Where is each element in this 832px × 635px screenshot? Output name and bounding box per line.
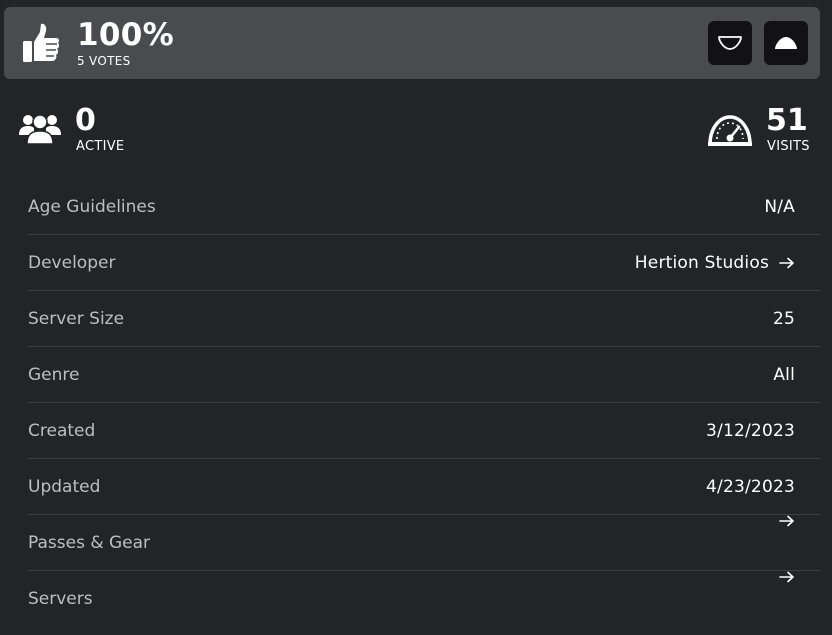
created-date: 3/12/2023	[706, 421, 795, 441]
thumbs-down-outline-icon	[718, 36, 742, 50]
detail-label: Age Guidelines	[28, 197, 156, 217]
visits-label: VISITS	[767, 139, 810, 154]
detail-row-age-guidelines: Age Guidelines N/A	[28, 179, 820, 235]
detail-row-servers[interactable]: Servers	[28, 571, 820, 626]
detail-row-server-size: Server Size 25	[28, 291, 820, 347]
arrow-right-icon	[779, 257, 794, 269]
detail-label: Server Size	[28, 309, 125, 329]
detail-label: Updated	[28, 477, 101, 497]
thumbs-up-icon	[23, 23, 60, 62]
detail-value: 3/12/2023	[706, 403, 795, 459]
detail-value: All	[773, 347, 795, 403]
arrow-right-icon[interactable]	[779, 571, 795, 583]
vote-percentage: 100%	[77, 17, 174, 53]
detail-value: 25	[773, 291, 795, 347]
developer-name[interactable]: Hertion Studios	[635, 235, 769, 291]
active-count: 0	[75, 103, 96, 138]
servers-link[interactable]: Servers	[28, 571, 93, 627]
detail-value: 4/23/2023	[706, 459, 795, 515]
detail-row-genre: Genre All	[28, 347, 820, 403]
upvote-button[interactable]	[764, 21, 808, 65]
detail-value[interactable]	[769, 515, 795, 527]
arrow-right-icon[interactable]	[779, 515, 795, 527]
speedometer-icon	[708, 115, 752, 146]
downvote-button[interactable]	[708, 21, 752, 65]
detail-row-created: Created 3/12/2023	[28, 403, 820, 459]
detail-label: Developer	[28, 253, 116, 273]
people-icon	[19, 114, 61, 145]
active-label: ACTIVE	[76, 139, 125, 154]
passes-gear-link[interactable]: Passes & Gear	[28, 515, 150, 571]
genre-value: All	[773, 365, 795, 385]
age-guidelines-value: N/A	[764, 197, 795, 217]
visits-count: 51	[766, 103, 808, 138]
detail-row-passes-gear[interactable]: Passes & Gear	[28, 515, 820, 571]
detail-value[interactable]	[769, 571, 795, 583]
server-size-value: 25	[772, 309, 795, 329]
vote-count: 5 VOTES	[77, 54, 131, 68]
detail-value: N/A	[764, 179, 795, 235]
vote-bar: 100% 5 VOTES	[4, 7, 820, 79]
game-info-panel: 100% 5 VOTES 0 ACTIVE 51 VISITS Age Guid…	[0, 0, 832, 635]
detail-row-updated: Updated 4/23/2023	[28, 459, 820, 515]
detail-row-developer[interactable]: Developer Hertion Studios	[28, 235, 820, 291]
updated-date: 4/23/2023	[706, 477, 795, 497]
game-details-list: Age Guidelines N/A Developer Hertion Stu…	[28, 179, 820, 626]
developer-link[interactable]: Hertion Studios	[635, 235, 795, 291]
thumbs-up-filled-icon	[775, 37, 797, 49]
detail-label: Genre	[28, 365, 80, 385]
detail-label: Created	[28, 421, 96, 441]
